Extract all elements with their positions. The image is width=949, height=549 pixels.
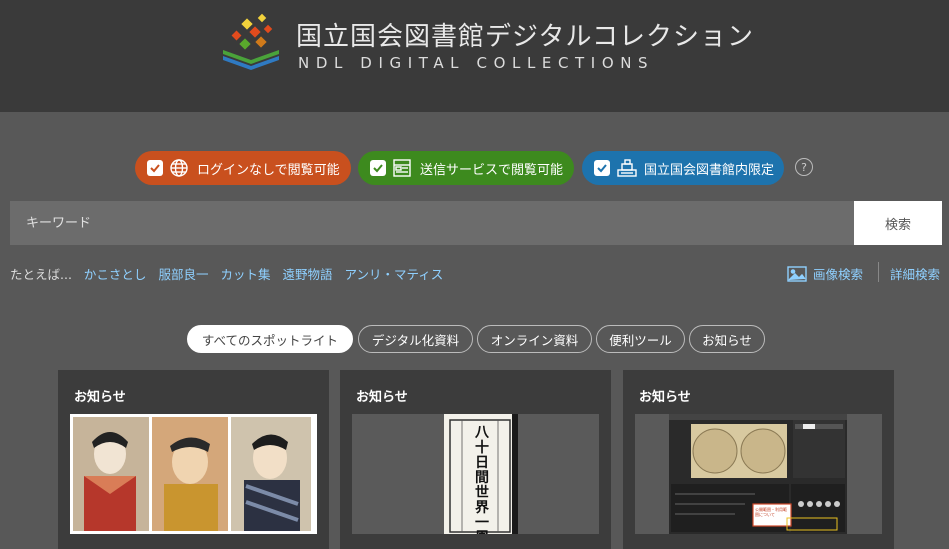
filter-library-only[interactable]: 国立国会図書館内限定 [582,151,784,185]
filter-label: 国立国会図書館内限定 [644,162,775,178]
checkbox-checked-icon[interactable] [370,160,386,176]
keyword-search-input[interactable] [10,201,854,245]
spotlight-card[interactable]: お知らせ 公開範囲・利用範囲について [623,370,894,549]
help-icon[interactable]: ? [795,158,813,176]
popup-text: 公開範囲・利用範囲について [755,507,787,517]
site-title-en: NDL DIGITAL COLLECTIONS [298,54,655,72]
checkbox-checked-icon[interactable] [594,160,610,176]
site-title-jp[interactable]: 国立国会図書館デジタルコレクション [296,16,754,53]
spotlight-card[interactable]: お知らせ [58,370,329,549]
tab-useful-tools[interactable]: 便利ツール [596,325,685,353]
card-title: お知らせ [356,390,408,405]
filter-transmission-service[interactable]: 送信サービスで閲覧可能 [358,151,574,185]
image-icon [787,265,807,282]
card-thumbnail[interactable] [70,414,317,534]
example-link[interactable]: アンリ・マティス [344,264,443,283]
image-search-label: 画像検索 [813,267,864,282]
ukiyoe-prints-image [73,417,311,531]
book-title-text: 八十日間世界一周 [475,425,489,535]
example-link[interactable]: カット集 [220,264,270,283]
example-link[interactable]: 遠野物語 [282,264,332,283]
example-link[interactable]: 服部良一 [158,264,208,283]
filter-label: ログインなしで閲覧可能 [197,162,340,178]
image-search-link[interactable]: 画像検索 [787,264,863,283]
card-thumbnail[interactable]: 公開範囲・利用範囲について [635,414,882,534]
example-link[interactable]: かこさとし [84,264,147,283]
tab-digitized-materials[interactable]: デジタル化資料 [358,325,473,353]
tab-all-spotlights[interactable]: すべてのスポットライト [187,325,353,353]
ndl-logo-icon[interactable] [219,12,283,74]
monitor-icon [392,158,414,178]
library-building-icon [616,158,638,178]
tab-news[interactable]: お知らせ [689,325,765,353]
card-title: お知らせ [639,390,691,405]
tab-online-materials[interactable]: オンライン資料 [477,325,592,353]
search-button[interactable]: 検索 [854,201,942,245]
filter-login-free[interactable]: ログインなしで閲覧可能 [135,151,351,185]
advanced-search-link[interactable]: 詳細検索 [890,264,940,283]
checkbox-checked-icon[interactable] [147,160,163,176]
card-thumbnail[interactable]: 八十日間世界一周 [352,414,599,534]
site-header: 国立国会図書館デジタルコレクション NDL DIGITAL COLLECTION… [0,0,949,112]
search-examples: たとえば... かこさとし 服部良一 カット集 遠野物語 アンリ・マティス [10,264,455,283]
examples-prefix: たとえば... [10,267,72,282]
divider [878,262,879,282]
spotlight-card[interactable]: お知らせ 八十日間世界一周 [340,370,611,549]
globe-icon [169,158,191,178]
card-title: お知らせ [74,390,126,405]
filter-label: 送信サービスで閲覧可能 [420,162,564,178]
